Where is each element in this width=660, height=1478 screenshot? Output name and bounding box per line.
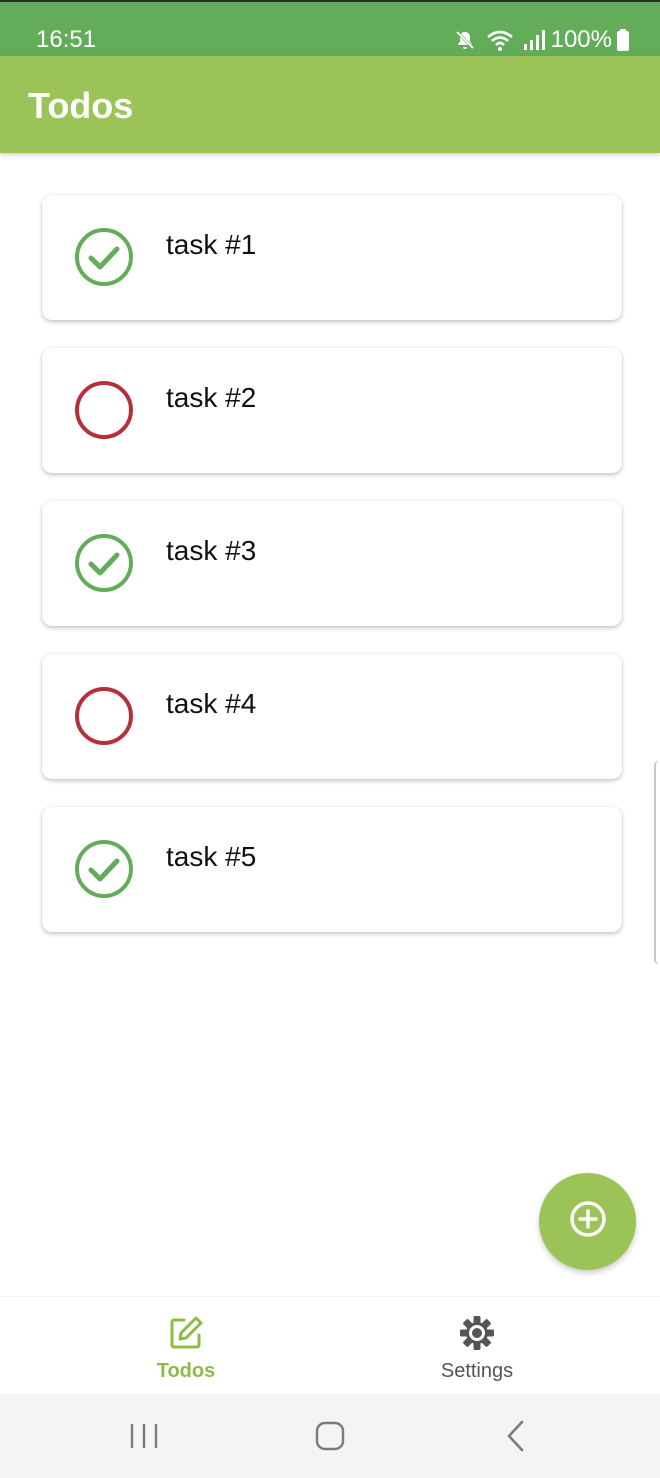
app-bar: Todos: [0, 56, 660, 153]
todo-card[interactable]: task #4: [42, 654, 622, 779]
bottom-nav: Todos Settings: [0, 1296, 660, 1394]
tab-todos-label: Todos: [156, 1360, 216, 1382]
todo-label: task #5: [166, 841, 257, 872]
scroll-edge-indicator[interactable]: [654, 760, 660, 965]
tab-settings-label: Settings: [440, 1360, 514, 1382]
status-time: 16:51: [36, 26, 97, 53]
system-nav-bar: [0, 1394, 660, 1478]
done-check-icon[interactable]: [74, 227, 134, 287]
back-icon[interactable]: [496, 1416, 536, 1456]
todo-list: task #1 task #2 task #3 task #4 task #5: [42, 195, 622, 960]
battery-icon: [616, 28, 630, 52]
todo-card[interactable]: task #1: [42, 195, 622, 320]
battery-percentage: 100%: [550, 26, 612, 53]
pending-circle-icon[interactable]: [74, 686, 134, 746]
recents-icon[interactable]: [124, 1416, 164, 1456]
status-bar: 16:51 100%: [0, 0, 660, 56]
signal-icon: [523, 28, 545, 52]
mute-icon: [453, 28, 477, 52]
todo-card[interactable]: task #2: [42, 348, 622, 473]
pending-circle-icon[interactable]: [74, 380, 134, 440]
add-circle-icon: [569, 1200, 607, 1243]
todo-card[interactable]: task #5: [42, 807, 622, 932]
tab-settings[interactable]: Settings: [377, 1297, 577, 1395]
todo-label: task #1: [166, 229, 257, 260]
edit-icon: [168, 1315, 204, 1351]
todo-card[interactable]: task #3: [42, 501, 622, 626]
todo-label: task #2: [166, 382, 257, 413]
status-icons: 100%: [453, 24, 630, 56]
todo-label: task #4: [166, 688, 257, 719]
add-todo-button[interactable]: [539, 1173, 636, 1270]
wifi-icon: [485, 28, 515, 52]
gear-icon: [459, 1315, 495, 1351]
todo-label: task #3: [166, 535, 257, 566]
home-icon[interactable]: [310, 1416, 350, 1456]
tab-todos[interactable]: Todos: [86, 1297, 286, 1395]
done-check-icon[interactable]: [74, 839, 134, 899]
page-title: Todos: [28, 85, 134, 126]
done-check-icon[interactable]: [74, 533, 134, 593]
